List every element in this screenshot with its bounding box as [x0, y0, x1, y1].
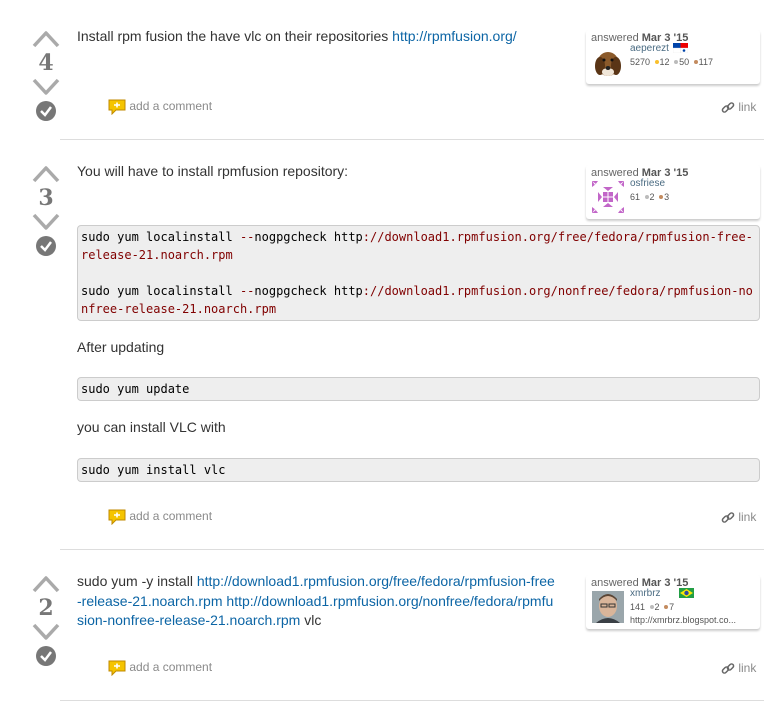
add-comment-button[interactable]: add a comment [108, 509, 212, 525]
after-updating-text: After updating [77, 338, 760, 358]
code-block-repos: sudo yum localinstall --nogpgcheck http:… [77, 225, 760, 321]
user-name[interactable]: osfriese [630, 178, 665, 189]
answer-text-main: Install rpm fusion the have vlc on their… [77, 28, 393, 44]
bronze-count: 7 [669, 602, 675, 612]
answer-body: sudo yum -y install http://download1.rpm… [77, 572, 557, 631]
code-block-update: sudo yum update [77, 377, 760, 401]
flag-icon [678, 588, 694, 599]
add-comment-button[interactable]: add a comment [108, 660, 212, 676]
code-mid: nogpgcheck http [254, 284, 363, 298]
after-updating: After updating [77, 339, 165, 355]
silver-badge-icon [674, 60, 679, 65]
link-label: link [738, 100, 757, 114]
vote-up-icon[interactable] [30, 163, 62, 185]
add-comment-label: add a comment [129, 660, 213, 675]
reputation-score: 141 [630, 602, 646, 612]
vote-up-icon[interactable] [30, 573, 62, 595]
comment-bubble-icon [108, 660, 126, 676]
accept-check-icon[interactable] [35, 235, 57, 257]
silver-badge-icon [649, 605, 654, 610]
bronze-badge-icon [659, 195, 664, 200]
gold-badge-icon [654, 60, 659, 65]
code-block: sudo yum install vlc [77, 458, 760, 482]
avatar[interactable] [592, 591, 624, 623]
vote-cell: 4 [30, 28, 62, 122]
add-comment-label: add a comment [129, 99, 213, 114]
accept-check-icon[interactable] [35, 645, 57, 667]
user-card: answered Mar 3 '15 osfriese 61 2 3 [586, 165, 760, 219]
reputation-score: 5270 [630, 57, 651, 67]
comment-bubble-icon [108, 99, 126, 115]
vote-count: 3 [38, 185, 54, 211]
answer-suffix: vlc [300, 612, 322, 628]
add-comment-button[interactable]: add a comment [108, 99, 212, 115]
code-block-install: sudo yum install vlc [77, 458, 760, 482]
vote-cell: 2 [30, 573, 62, 667]
code-mid: nogpgcheck http [254, 230, 363, 244]
install-vlc-text: you can install VLC with [77, 418, 760, 438]
vote-cell: 3 [30, 163, 62, 257]
code-op: -- [239, 284, 255, 298]
add-comment-label: add a comment [129, 509, 213, 524]
bronze-count: 3 [664, 192, 670, 202]
answer-divider [60, 549, 764, 550]
silver-count: 2 [654, 602, 660, 612]
user-card: answered Mar 3 '15 aeperezt 5270 12 50 1… [586, 30, 760, 84]
permalink-button[interactable]: link [721, 661, 756, 676]
silver-count: 2 [649, 192, 655, 202]
bronze-count: 117 [698, 57, 713, 67]
vote-down-icon[interactable] [30, 76, 62, 98]
user-name-text: aeperezt [630, 43, 669, 54]
code-block: sudo yum localinstall --nogpgcheck http:… [77, 225, 760, 321]
vote-down-icon[interactable] [30, 621, 62, 643]
user-reputation: 141 2 7 [630, 602, 674, 612]
code-op: -- [239, 230, 255, 244]
code-block: sudo yum update [77, 377, 760, 401]
flag-icon [672, 43, 688, 54]
user-name[interactable]: xmrbrz [630, 588, 694, 599]
answer-divider [60, 139, 764, 140]
bronze-badge-icon [664, 605, 669, 610]
vote-count: 2 [38, 595, 54, 621]
user-reputation: 61 2 3 [630, 192, 669, 202]
code-cmd: sudo yum localinstall [81, 230, 240, 244]
user-name[interactable]: aeperezt [630, 43, 688, 54]
reputation-score: 61 [630, 192, 641, 202]
rpmfusion-link[interactable]: http://rpmfusion.org/ [392, 28, 517, 44]
link-label: link [738, 661, 757, 675]
bronze-badge-icon [693, 60, 698, 65]
vote-down-icon[interactable] [30, 211, 62, 233]
vote-up-icon[interactable] [30, 28, 62, 50]
vote-count: 4 [38, 50, 54, 76]
install-vlc-with: you can install VLC with [77, 419, 226, 435]
user-name-text: xmrbrz [630, 588, 661, 599]
link-label: link [738, 510, 757, 524]
user-reputation: 5270 12 50 117 [630, 57, 713, 67]
user-card: answered Mar 3 '15 xmrbrz 141 2 7 http:/… [586, 575, 760, 629]
permalink-button[interactable]: link [721, 100, 756, 115]
avatar[interactable] [592, 46, 624, 78]
user-website[interactable]: http://xmrbrz.blogspot.co... [630, 615, 736, 625]
link-chain-icon [721, 102, 735, 113]
silver-count: 50 [679, 57, 690, 67]
silver-badge-icon [644, 195, 649, 200]
accept-check-icon[interactable] [35, 100, 57, 122]
answer-text: sudo yum -y install http://download1.rpm… [77, 572, 557, 631]
code-cmd: sudo yum localinstall [81, 284, 240, 298]
link-chain-icon [721, 663, 735, 674]
gold-count: 12 [659, 57, 670, 67]
link-chain-icon [721, 512, 735, 523]
avatar[interactable] [592, 181, 624, 213]
permalink-button[interactable]: link [721, 510, 756, 525]
answer-prefix: sudo yum -y install [77, 573, 197, 589]
comment-bubble-icon [108, 509, 126, 525]
